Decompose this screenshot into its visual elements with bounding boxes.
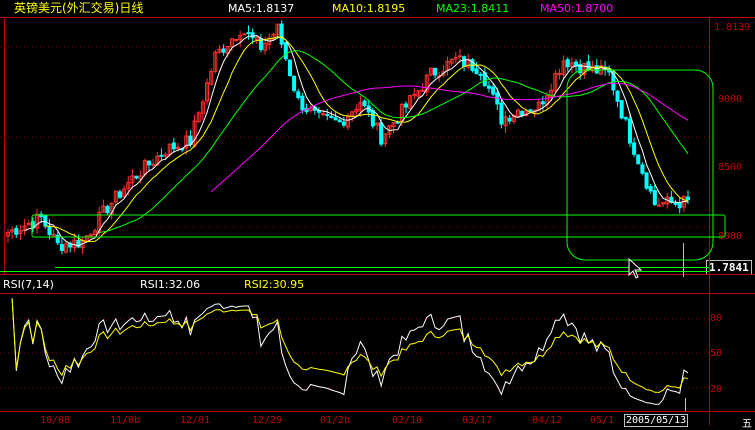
candle-body (341, 121, 346, 126)
candle-body (565, 59, 570, 68)
candle-body (540, 101, 545, 105)
candle-body (507, 117, 512, 122)
candle-body (640, 164, 645, 174)
candle-body (686, 196, 690, 200)
mouse-pointer-icon (628, 257, 643, 279)
candle-body (329, 115, 334, 119)
candle-body (499, 102, 504, 125)
candle-body (478, 73, 483, 76)
candle-body (283, 42, 288, 60)
candle-body (171, 142, 176, 150)
moving-average-lines (24, 34, 689, 247)
candle-body (325, 114, 330, 117)
candle-body (433, 67, 438, 76)
candle-body (246, 32, 251, 35)
candle-body (644, 172, 649, 189)
candle-body (134, 175, 139, 179)
candle-body (250, 32, 255, 39)
candle-body (673, 202, 678, 205)
candle-body (43, 215, 48, 227)
ma10-line (45, 36, 689, 243)
candle-body (462, 56, 467, 67)
candle-body (47, 225, 52, 236)
candle-body (648, 186, 653, 192)
candle-body (677, 202, 682, 209)
candle-body (59, 243, 64, 251)
candle-body (321, 113, 326, 116)
candle-body (296, 91, 301, 99)
candle-body (279, 23, 284, 45)
ma5-line (24, 34, 689, 247)
candle-body (221, 48, 226, 53)
rsi-lines (11, 298, 689, 405)
candle-body (117, 191, 122, 198)
rsi1-line (11, 298, 689, 405)
candle-body (656, 204, 661, 207)
candle-body (474, 68, 479, 75)
candle-body (333, 117, 338, 121)
candle-body (300, 95, 305, 111)
candle-body (491, 86, 496, 95)
candle-body (586, 61, 591, 70)
candle-body (151, 163, 156, 166)
candle-body (234, 38, 239, 41)
chart-window: 英镑美元(外汇交易)日线 MA5:1.8137 MA10:1.8195 MA23… (0, 0, 755, 430)
candle-body (623, 116, 628, 120)
candle-body (337, 119, 342, 123)
candle-body (619, 100, 624, 119)
candle-body (242, 33, 247, 36)
candle-body (652, 189, 657, 205)
candle-body (362, 100, 367, 107)
candle-body (412, 93, 417, 96)
candle-body (370, 110, 375, 127)
candle-body (636, 154, 641, 165)
candle-body (159, 154, 164, 157)
chart-canvas (0, 17, 755, 425)
candle-body (292, 75, 297, 91)
candle-body (632, 142, 637, 155)
candle-body (627, 118, 632, 144)
candle-body (486, 85, 491, 89)
candle-body (105, 205, 110, 214)
candle-body (457, 55, 462, 58)
candle-body (615, 90, 620, 102)
support-zone-rectangle (31, 214, 726, 238)
candle-body (55, 234, 60, 244)
candle-body (379, 122, 384, 145)
candle-body (287, 59, 292, 77)
highlight-rounded-rectangle (566, 69, 714, 261)
candle-body (14, 227, 19, 235)
candle-body (404, 103, 409, 108)
candle-body (574, 61, 579, 66)
rsi2-line (11, 298, 689, 393)
candle-body (146, 160, 151, 166)
